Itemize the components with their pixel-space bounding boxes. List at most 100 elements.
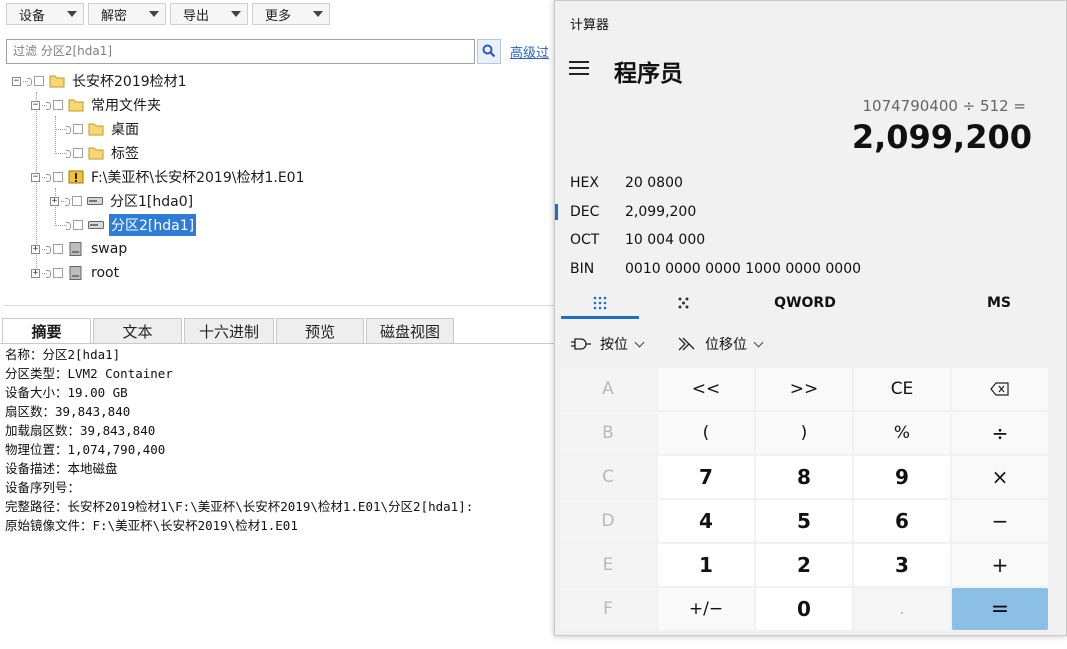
- key-negate[interactable]: +/−: [658, 588, 754, 630]
- export-menu-label: 导出: [183, 8, 210, 24]
- key-backspace[interactable]: [952, 368, 1048, 410]
- tab-disk-view[interactable]: 磁盘视图: [366, 318, 454, 343]
- tree-node-partition1[interactable]: + 分区1[hda0]: [50, 190, 195, 212]
- tree-checkbox[interactable]: [72, 196, 82, 206]
- key-hex-d: D: [560, 500, 656, 542]
- search-button[interactable]: [477, 38, 501, 64]
- node-link-icon: [42, 245, 51, 254]
- search-icon: [482, 44, 496, 58]
- bitshift-dropdown[interactable]: 位移位: [677, 327, 764, 361]
- radix-oct-row[interactable]: OCT 10 004 000: [555, 227, 1066, 253]
- keypad-grid-icon: [593, 296, 607, 310]
- tree-checkbox[interactable]: [53, 244, 63, 254]
- folder-icon: [88, 147, 104, 160]
- tree-node-label: 长安杯2019检材1: [72, 74, 187, 90]
- key-hex-f: F: [560, 588, 656, 630]
- tree-checkbox[interactable]: [73, 148, 83, 158]
- key-0[interactable]: 0: [756, 588, 852, 630]
- menu-icon[interactable]: [569, 61, 591, 77]
- radix-hex-row[interactable]: HEX 20 0800: [555, 170, 1066, 196]
- summary-line-serial: 设备序列号：: [5, 480, 81, 495]
- tree-checkbox[interactable]: [53, 100, 63, 110]
- collapse-icon[interactable]: −: [12, 76, 21, 86]
- key-1[interactable]: 1: [658, 544, 754, 586]
- key-2[interactable]: 2: [756, 544, 852, 586]
- radix-label: OCT: [570, 232, 600, 248]
- bitshift-label: 位移位: [705, 337, 747, 353]
- node-link-icon: [42, 101, 51, 110]
- tab-hex[interactable]: 十六进制: [184, 318, 274, 343]
- radix-bin-row[interactable]: BIN 0010 0000 0000 1000 0000 0000: [555, 256, 1066, 282]
- key-left-shift[interactable]: <<: [658, 368, 754, 410]
- expand-icon[interactable]: +: [31, 244, 40, 254]
- collapse-icon[interactable]: −: [31, 172, 40, 182]
- device-menu-button[interactable]: 设备: [6, 3, 84, 25]
- evidence-tree-pane: − 长安杯2019检材1 − 常用文件夹 桌面 标签 − F:\美亚杯\长安杯2…: [4, 68, 555, 306]
- radix-label: HEX: [570, 175, 599, 191]
- key-right-paren[interactable]: ): [756, 412, 852, 454]
- tab-summary[interactable]: 摘要: [2, 318, 91, 343]
- volume-icon: [69, 242, 82, 256]
- tree-checkbox[interactable]: [73, 220, 83, 230]
- folder-icon: [88, 123, 104, 136]
- expand-icon[interactable]: +: [31, 268, 40, 278]
- radix-dec-row[interactable]: DEC 2,099,200: [555, 199, 1066, 225]
- tree-node-case[interactable]: − 长安杯2019检材1: [12, 70, 189, 92]
- word-size-button[interactable]: QWORD: [755, 287, 855, 319]
- evidence-tree: − 长安杯2019检材1 − 常用文件夹 桌面 标签 − F:\美亚杯\长安杯2…: [4, 68, 554, 305]
- dropdown-arrow-icon: [313, 11, 323, 17]
- key-5[interactable]: 5: [756, 500, 852, 542]
- tree-node-swap[interactable]: + swap: [31, 238, 129, 260]
- calculator-title: 计算器: [570, 18, 610, 33]
- key-6[interactable]: 6: [854, 500, 950, 542]
- tab-text[interactable]: 文本: [93, 318, 182, 343]
- logic-gate-icon: [571, 338, 591, 350]
- key-4[interactable]: 4: [658, 500, 754, 542]
- hard-drive-icon: [88, 221, 104, 229]
- tree-node-partition2[interactable]: 分区2[hda1]: [62, 214, 197, 236]
- tree-node-common-folders[interactable]: − 常用文件夹: [31, 94, 163, 116]
- summary-line-device-size: 设备大小：19.00 GB: [5, 385, 128, 400]
- key-left-paren[interactable]: (: [658, 412, 754, 454]
- key-modulo[interactable]: %: [854, 412, 950, 454]
- tree-node-tags[interactable]: 标签: [62, 142, 141, 164]
- key-divide[interactable]: ÷: [952, 412, 1048, 454]
- key-plus[interactable]: +: [952, 544, 1048, 586]
- advanced-filter-link[interactable]: 高级过: [510, 42, 549, 61]
- memory-store-button[interactable]: MS: [965, 287, 1033, 319]
- key-7[interactable]: 7: [658, 456, 754, 498]
- tree-node-desktop[interactable]: 桌面: [62, 118, 141, 140]
- tree-checkbox[interactable]: [34, 76, 44, 86]
- key-clear-entry[interactable]: CE: [854, 368, 950, 410]
- export-menu-button[interactable]: 导出: [170, 3, 248, 25]
- decrypt-menu-label: 解密: [101, 8, 128, 24]
- tree-node-image-file[interactable]: − F:\美亚杯\长安杯2019\检材1.E01: [31, 166, 306, 188]
- key-right-shift[interactable]: >>: [756, 368, 852, 410]
- tree-checkbox[interactable]: [73, 124, 83, 134]
- filter-input[interactable]: [6, 38, 475, 64]
- bit-toggle-keypad-button[interactable]: [655, 287, 713, 319]
- expand-icon[interactable]: +: [50, 196, 59, 206]
- decrypt-menu-button[interactable]: 解密: [88, 3, 166, 25]
- tab-preview[interactable]: 预览: [276, 318, 364, 343]
- collapse-icon[interactable]: −: [31, 100, 40, 110]
- key-8[interactable]: 8: [756, 456, 852, 498]
- calculator-mode-title: 程序员: [614, 61, 683, 87]
- tree-node-root[interactable]: + root: [31, 262, 121, 284]
- key-equals[interactable]: =: [952, 588, 1048, 630]
- radix-value: 10 004 000: [625, 232, 706, 248]
- backspace-icon: [990, 382, 1009, 396]
- key-multiply[interactable]: ×: [952, 456, 1048, 498]
- key-3[interactable]: 3: [854, 544, 950, 586]
- tree-checkbox[interactable]: [53, 268, 63, 278]
- calculator-result: 2,099,200: [851, 118, 1032, 156]
- desktop: 设备 解密 导出 更多 高级过: [0, 0, 1067, 649]
- radix-label: BIN: [570, 261, 595, 277]
- full-keypad-button[interactable]: [561, 287, 639, 319]
- bitwise-dropdown[interactable]: 按位: [570, 327, 645, 361]
- key-9[interactable]: 9: [854, 456, 950, 498]
- node-link-icon: [42, 269, 51, 278]
- more-menu-button[interactable]: 更多: [252, 3, 330, 25]
- tree-checkbox[interactable]: [53, 172, 63, 182]
- key-minus[interactable]: −: [952, 500, 1048, 542]
